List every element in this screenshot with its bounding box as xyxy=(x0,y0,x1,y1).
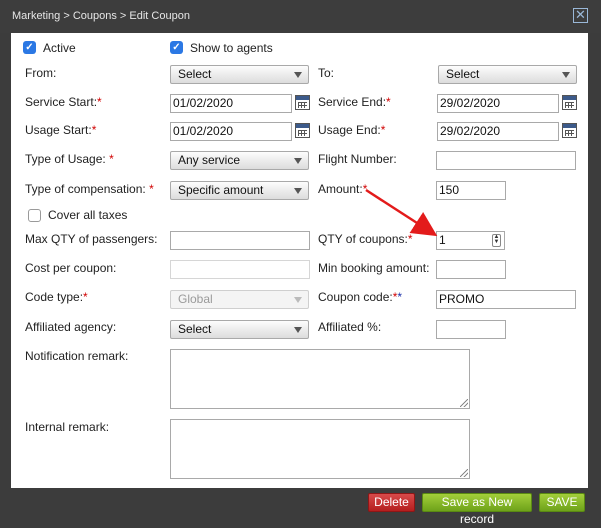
internal-remark-label: Internal remark: xyxy=(25,420,110,434)
cost-per-coupon-label: Cost per coupon: xyxy=(25,261,117,275)
internal-remark-textarea[interactable] xyxy=(170,419,470,479)
amount-label: Amount:* xyxy=(318,182,368,196)
cover-all-taxes-label: Cover all taxes xyxy=(48,208,128,222)
code-type-value: Global xyxy=(178,292,213,306)
chevron-down-icon xyxy=(294,72,302,78)
usage-end-input[interactable]: 29/02/2020 xyxy=(437,122,559,141)
affiliated-agency-select[interactable]: Select xyxy=(170,320,309,339)
type-of-usage-value: Any service xyxy=(178,153,241,167)
max-qty-passengers-label: Max QTY of passengers: xyxy=(25,232,158,246)
active-checkbox[interactable]: ✓ xyxy=(23,41,36,54)
qty-of-coupons-label: QTY of coupons:* xyxy=(318,232,413,246)
qty-of-coupons-value: 1 xyxy=(439,233,446,247)
affiliated-agency-value: Select xyxy=(178,322,212,336)
amount-input[interactable]: 150 xyxy=(436,181,506,200)
resize-grip-icon[interactable] xyxy=(460,469,468,477)
to-select-value: Select xyxy=(446,67,480,81)
stepper-icon[interactable]: ▲ ▼ xyxy=(492,234,501,247)
chevron-down-icon xyxy=(294,158,302,164)
code-type-select[interactable]: Global xyxy=(170,290,309,309)
usage-end-label: Usage End:* xyxy=(318,123,386,137)
active-label: Active xyxy=(43,41,76,55)
close-icon[interactable]: ✕ xyxy=(573,8,588,23)
service-start-label: Service Start:* xyxy=(25,95,102,109)
coupon-code-input[interactable]: PROMO xyxy=(436,290,576,309)
show-to-agents-label: Show to agents xyxy=(190,41,273,55)
from-select[interactable]: Select xyxy=(170,65,309,84)
chevron-down-icon xyxy=(294,297,302,303)
from-select-value: Select xyxy=(178,67,212,81)
affiliated-pct-label: Affiliated %: xyxy=(318,320,382,334)
breadcrumb: Marketing > Coupons > Edit Coupon xyxy=(12,10,190,22)
calendar-icon[interactable] xyxy=(295,123,310,138)
min-booking-amount-input[interactable] xyxy=(436,260,506,279)
delete-button[interactable]: Delete xyxy=(368,493,415,512)
notification-remark-label: Notification remark: xyxy=(25,349,129,363)
affiliated-pct-input[interactable] xyxy=(436,320,506,339)
usage-start-input[interactable]: 01/02/2020 xyxy=(170,122,292,141)
edit-coupon-form: ✓ Active ✓ Show to agents From: Select T… xyxy=(11,33,588,488)
min-booking-amount-label: Min booking amount: xyxy=(318,261,430,275)
chevron-down-icon xyxy=(294,188,302,194)
cost-per-coupon-input[interactable] xyxy=(170,260,310,279)
calendar-icon[interactable] xyxy=(562,123,577,138)
chevron-down-icon xyxy=(562,72,570,78)
show-to-agents-checkbox[interactable]: ✓ xyxy=(170,41,183,54)
type-of-usage-select[interactable]: Any service xyxy=(170,151,309,170)
type-of-compensation-value: Specific amount xyxy=(178,183,264,197)
chevron-down-icon xyxy=(294,327,302,333)
qty-of-coupons-input[interactable]: 1 ▲ ▼ xyxy=(436,231,505,250)
calendar-icon[interactable] xyxy=(295,95,310,110)
dialog-titlebar: Marketing > Coupons > Edit Coupon ✕ xyxy=(0,0,601,33)
code-type-label: Code type:* xyxy=(25,290,88,304)
cover-all-taxes-checkbox[interactable] xyxy=(28,209,41,222)
notification-remark-textarea[interactable] xyxy=(170,349,470,409)
to-select[interactable]: Select xyxy=(438,65,577,84)
service-end-label: Service End:* xyxy=(318,95,391,109)
save-as-new-record-button[interactable]: Save as New record xyxy=(422,493,532,526)
type-of-compensation-label: Type of compensation: * xyxy=(25,182,154,196)
service-end-input[interactable]: 29/02/2020 xyxy=(437,94,559,113)
save-button[interactable]: SAVE xyxy=(539,493,585,512)
type-of-usage-label: Type of Usage: * xyxy=(25,152,114,166)
usage-start-label: Usage Start:* xyxy=(25,123,97,137)
service-start-input[interactable]: 01/02/2020 xyxy=(170,94,292,113)
to-label: To: xyxy=(318,66,335,80)
flight-number-input[interactable] xyxy=(436,151,576,170)
max-qty-passengers-input[interactable] xyxy=(170,231,310,250)
flight-number-label: Flight Number: xyxy=(318,152,397,166)
calendar-icon[interactable] xyxy=(562,95,577,110)
from-label: From: xyxy=(25,66,57,80)
affiliated-agency-label: Affiliated agency: xyxy=(25,320,117,334)
resize-grip-icon[interactable] xyxy=(460,399,468,407)
type-of-compensation-select[interactable]: Specific amount xyxy=(170,181,309,200)
coupon-code-label: Coupon code:** xyxy=(318,290,403,304)
